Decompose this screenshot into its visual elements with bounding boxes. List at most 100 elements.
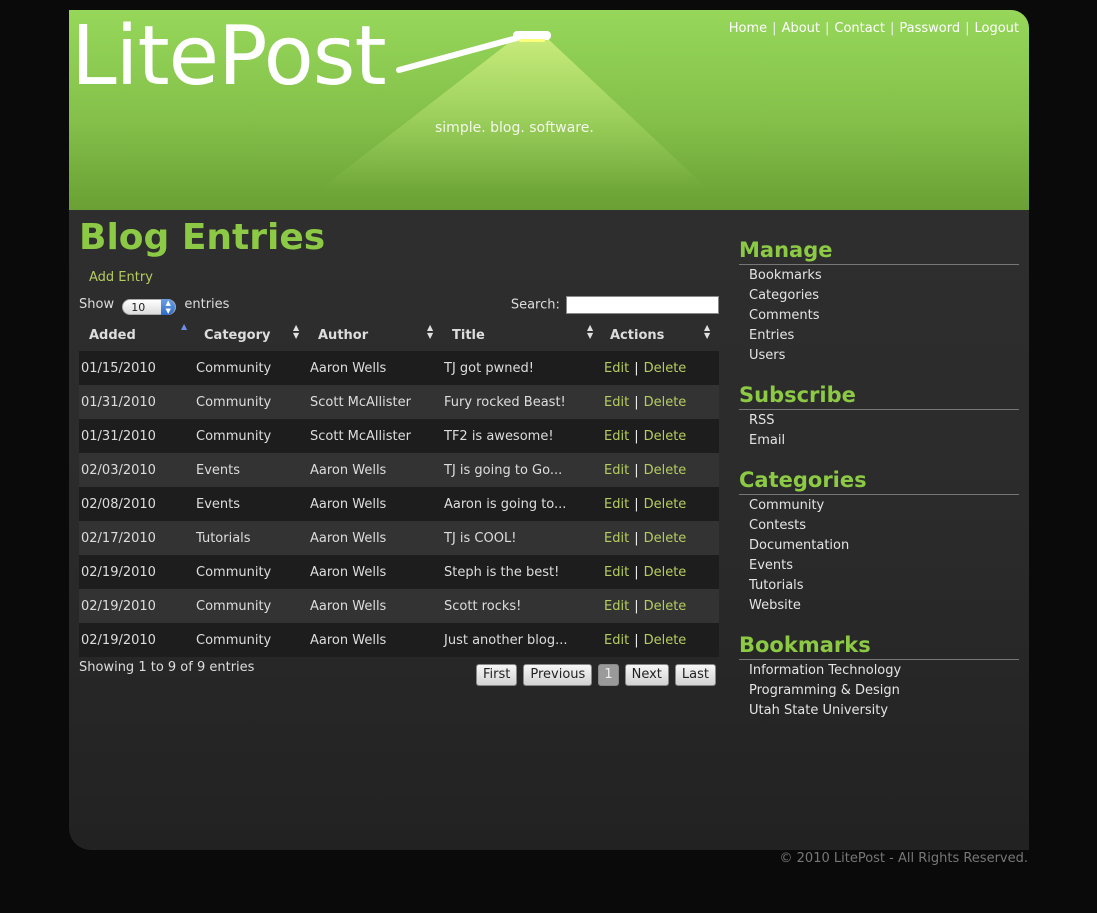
action-separator: | <box>634 462 639 478</box>
delete-link[interactable]: Delete <box>644 633 687 648</box>
length-suffix-label: entries <box>184 297 230 312</box>
cell-title: Aaron is going to... <box>442 487 602 521</box>
delete-link[interactable]: Delete <box>644 497 687 512</box>
table-row: 01/31/2010 Community Scott McAllister Fu… <box>79 385 719 419</box>
cell-author: Aaron Wells <box>308 453 442 487</box>
site-logo[interactable]: LitePost <box>71 16 387 98</box>
cell-title: Fury rocked Beast! <box>442 385 602 419</box>
cell-category: Community <box>194 589 308 623</box>
nav-contact-link[interactable]: Contact <box>834 21 885 36</box>
cell-added: 02/19/2010 <box>79 589 194 623</box>
cell-author: Aaron Wells <box>308 623 442 657</box>
delete-link[interactable]: Delete <box>644 599 687 614</box>
last-page-button[interactable]: Last <box>674 664 716 686</box>
column-label: Title <box>452 328 485 343</box>
cell-title: Steph is the best! <box>442 555 602 589</box>
cell-category: Community <box>194 555 308 589</box>
delete-link[interactable]: Delete <box>644 531 687 546</box>
edit-link[interactable]: Edit <box>604 497 629 512</box>
next-page-button[interactable]: Next <box>624 664 669 686</box>
sidebar-heading: Categories <box>739 468 1019 495</box>
cell-added: 02/03/2010 <box>79 453 194 487</box>
first-page-button[interactable]: First <box>476 664 518 686</box>
current-page-button[interactable]: 1 <box>598 664 619 686</box>
sidebar-item-documentation[interactable]: Documentation <box>749 536 1019 556</box>
cell-author: Aaron Wells <box>308 521 442 555</box>
delete-link[interactable]: Delete <box>644 463 687 478</box>
sidebar-item-comments[interactable]: Comments <box>749 306 1019 326</box>
edit-link[interactable]: Edit <box>604 599 629 614</box>
sidebar-item-programming-design[interactable]: Programming & Design <box>749 681 1019 701</box>
cell-author: Aaron Wells <box>308 589 442 623</box>
sidebar-item-events[interactable]: Events <box>749 556 1019 576</box>
cell-title: Scott rocks! <box>442 589 602 623</box>
cell-actions: Edit | Delete <box>602 487 719 521</box>
edit-link[interactable]: Edit <box>604 463 629 478</box>
sidebar-heading: Bookmarks <box>739 633 1019 660</box>
delete-link[interactable]: Delete <box>644 429 687 444</box>
edit-link[interactable]: Edit <box>604 565 629 580</box>
sidebar-item-website[interactable]: Website <box>749 596 1019 616</box>
sidebar-item-rss[interactable]: RSS <box>749 411 1019 431</box>
sidebar-item-contests[interactable]: Contests <box>749 516 1019 536</box>
column-label: Actions <box>610 328 665 343</box>
sort-ascending-icon: ▲ <box>181 322 188 331</box>
cell-title: TJ is COOL! <box>442 521 602 555</box>
nav-home-link[interactable]: Home <box>729 21 767 36</box>
sidebar-item-utah-state-university[interactable]: Utah State University <box>749 701 1019 721</box>
select-arrows-icon: ▲ ▼ <box>161 299 176 315</box>
edit-link[interactable]: Edit <box>604 531 629 546</box>
nav-password-link[interactable]: Password <box>899 21 960 36</box>
cell-title: TJ is going to Go... <box>442 453 602 487</box>
sidebar-item-email[interactable]: Email <box>749 431 1019 451</box>
delete-link[interactable]: Delete <box>644 361 687 376</box>
sidebar-item-community[interactable]: Community <box>749 496 1019 516</box>
nav-logout-link[interactable]: Logout <box>974 21 1019 36</box>
sidebar-categories-section: Categories Community Contests Documentat… <box>739 468 1019 616</box>
sidebar-item-information-technology[interactable]: Information Technology <box>749 661 1019 681</box>
column-header-title[interactable]: Title ▲ ▼ <box>442 320 602 351</box>
previous-page-button[interactable]: Previous <box>523 664 593 686</box>
cell-author: Aaron Wells <box>308 555 442 589</box>
action-separator: | <box>634 598 639 614</box>
column-header-category[interactable]: Category ▲ ▼ <box>194 320 308 351</box>
nav-separator: | <box>965 21 970 36</box>
column-header-actions[interactable]: Actions ▲ ▼ <box>602 320 719 351</box>
table-row: 02/17/2010 Tutorials Aaron Wells TJ is C… <box>79 521 719 555</box>
edit-link[interactable]: Edit <box>604 633 629 648</box>
sort-both-icon: ▲ ▼ <box>704 323 711 340</box>
table-header-row: Added ▲ Category ▲ ▼ Author ▲ ▼ Title ▲ ▼ Actio… <box>79 320 719 351</box>
entries-length-control: Show 10 ▲ ▼ entries <box>79 297 229 315</box>
table-info: Showing 1 to 9 of 9 entries <box>79 660 255 675</box>
column-header-author[interactable]: Author ▲ ▼ <box>308 320 442 351</box>
cell-author: Scott McAllister <box>308 385 442 419</box>
sidebar-heading: Manage <box>739 238 1019 265</box>
delete-link[interactable]: Delete <box>644 565 687 580</box>
nav-about-link[interactable]: About <box>782 21 820 36</box>
sidebar-item-users[interactable]: Users <box>749 346 1019 366</box>
sidebar-item-tutorials[interactable]: Tutorials <box>749 576 1019 596</box>
action-separator: | <box>634 360 639 376</box>
add-entry-link[interactable]: Add Entry <box>89 270 153 285</box>
search-input[interactable] <box>566 296 719 314</box>
sidebar-item-bookmarks[interactable]: Bookmarks <box>749 266 1019 286</box>
nav-separator: | <box>825 21 830 36</box>
edit-link[interactable]: Edit <box>604 395 629 410</box>
edit-link[interactable]: Edit <box>604 429 629 444</box>
top-navigation: Home | About | Contact | Password | Logout <box>729 21 1019 36</box>
sidebar-item-entries[interactable]: Entries <box>749 326 1019 346</box>
sidebar-subscribe-section: Subscribe RSS Email <box>739 383 1019 451</box>
column-label: Added <box>89 328 136 343</box>
action-separator: | <box>634 496 639 512</box>
table-row: 01/15/2010 Community Aaron Wells TJ got … <box>79 351 719 385</box>
sidebar-item-categories[interactable]: Categories <box>749 286 1019 306</box>
column-label: Category <box>204 328 271 343</box>
entries-per-page-value: 10 <box>131 301 146 314</box>
table-row: 02/03/2010 Events Aaron Wells TJ is goin… <box>79 453 719 487</box>
delete-link[interactable]: Delete <box>644 395 687 410</box>
column-header-added[interactable]: Added ▲ <box>79 320 194 351</box>
cell-added: 02/19/2010 <box>79 555 194 589</box>
entries-per-page-select[interactable]: 10 ▲ ▼ <box>122 299 177 315</box>
cell-category: Tutorials <box>194 521 308 555</box>
edit-link[interactable]: Edit <box>604 361 629 376</box>
